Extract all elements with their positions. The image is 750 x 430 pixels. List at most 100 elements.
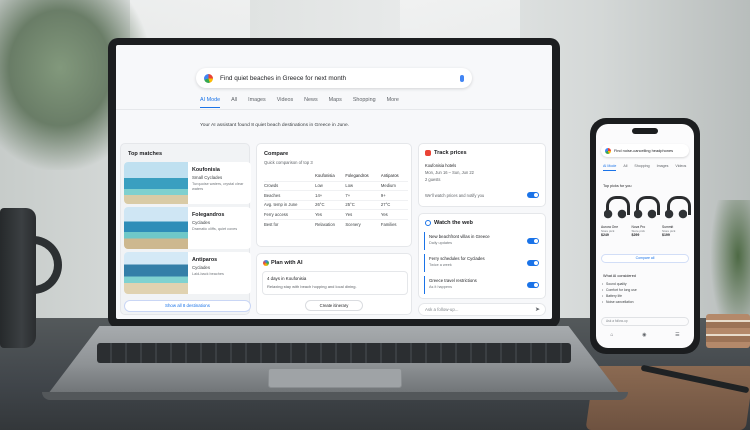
- table-cell: Ferry access: [264, 209, 316, 219]
- phone-search-bar[interactable]: Find noise-cancelling headphones: [601, 144, 689, 157]
- match-name: Koufonisia: [192, 167, 220, 173]
- table-cell: Beaches: [264, 190, 316, 200]
- match-description: Turquoise waters, crystal clear waters: [192, 182, 244, 191]
- phone-section-title: Top picks for you: [603, 184, 632, 188]
- criteria-title: What AI considered: [603, 274, 636, 278]
- table-cell: Yes: [380, 209, 408, 219]
- price-tag-icon: [425, 150, 431, 156]
- product-card[interactable]: Nova Pro Store pick $299: [632, 196, 660, 237]
- phone-notch: [632, 128, 658, 134]
- tab-maps[interactable]: Maps: [329, 97, 342, 108]
- send-icon[interactable]: ➤: [535, 306, 540, 314]
- phone-tab-shopping[interactable]: Shopping: [634, 164, 649, 171]
- price-watch-note: We'll watch prices and notify you: [425, 193, 485, 198]
- search-bar[interactable]: Find quiet beaches in Greece for next mo…: [196, 68, 472, 88]
- laptop-trackpad: [268, 368, 402, 388]
- watch-toggle[interactable]: [527, 260, 539, 266]
- product-price: $199: [662, 233, 670, 237]
- laptop-screen: Find quiet beaches in Greece for next mo…: [116, 45, 552, 319]
- laptop-base-edge: [42, 392, 628, 400]
- show-all-destinations-button[interactable]: Show all 8 destinations: [124, 300, 251, 312]
- itinerary-suggestion-card[interactable]: 4 days in Koufonisia Relaxing stay with …: [262, 271, 408, 295]
- match-name: Folegandros: [192, 212, 225, 218]
- column-header: Koufonisia: [315, 173, 335, 179]
- tab-more[interactable]: More: [387, 97, 399, 108]
- column-header: [264, 171, 315, 181]
- match-description: Laid-back beaches: [192, 272, 224, 276]
- itinerary-title: 4 days in Koufonisia: [267, 276, 307, 281]
- plan-with-ai-panel: Plan with AI 4 days in Koufonisia Relaxi…: [256, 253, 412, 315]
- table-cell: 14+: [315, 190, 346, 200]
- watch-toggle[interactable]: [527, 282, 539, 288]
- table-header-row: Koufonisia Folegandros Antiparos: [264, 171, 408, 181]
- create-itinerary-button[interactable]: Create itinerary: [305, 300, 363, 311]
- compare-panel: Compare Quick comparison of top 3 Koufon…: [256, 143, 412, 247]
- laptop-keyboard: [97, 343, 571, 363]
- watch-item-frequency: Daily updates: [429, 241, 453, 245]
- table-cell: Avg. temp in June: [264, 199, 316, 210]
- phone-tab-ai-mode[interactable]: AI Mode: [603, 164, 617, 171]
- table-cell: 7+: [345, 190, 381, 200]
- table-cell: 27°C: [380, 199, 408, 210]
- match-card[interactable]: Koufonisia Small Cyclades Turquoise wate…: [124, 162, 251, 204]
- table-cell: Crowds: [264, 180, 316, 191]
- phone-tab-videos[interactable]: Videos: [675, 164, 686, 171]
- tab-news[interactable]: News: [304, 97, 317, 108]
- watch-item-title: Greece travel restrictions: [429, 278, 477, 283]
- match-card[interactable]: Antiparos Cyclades Laid-back beaches: [124, 252, 251, 294]
- product-card[interactable]: Aurora One Store pick $249: [601, 196, 630, 237]
- watch-item[interactable]: New beachfront villas in Greece Daily up…: [424, 232, 542, 250]
- tab-ai-mode[interactable]: AI Mode: [200, 97, 221, 108]
- table-row: Crowds Low Low Medium: [264, 180, 408, 191]
- criteria-item: Sound quality: [602, 282, 626, 286]
- tab-videos[interactable]: Videos: [277, 97, 293, 108]
- table-cell: Best for: [264, 218, 316, 229]
- track-prices-title: Track prices: [434, 150, 467, 156]
- watch-toggle[interactable]: [527, 238, 539, 244]
- eye-icon: [425, 220, 431, 226]
- watch-item-frequency: As it happens: [429, 285, 453, 289]
- tab-all[interactable]: All: [231, 97, 237, 108]
- tabs-divider: [116, 109, 552, 110]
- price-watch-toggle[interactable]: [527, 192, 539, 198]
- followup-input[interactable]: Ask a follow-up... ➤: [418, 303, 546, 316]
- menu-icon[interactable]: ☰: [675, 332, 679, 338]
- match-card[interactable]: Folegandros Cyclades Dramatic cliffs, qu…: [124, 207, 251, 249]
- product-card[interactable]: Summit Store pick $199: [662, 196, 691, 237]
- microphone-icon[interactable]: [460, 74, 464, 82]
- product-price: $249: [601, 233, 609, 237]
- table-cell: Low: [345, 180, 381, 191]
- table-cell: Low: [315, 180, 346, 191]
- tab-images[interactable]: Images: [248, 97, 266, 108]
- tab-shopping[interactable]: Shopping: [353, 97, 376, 108]
- table-row: Beaches 14+ 7+ 9+: [264, 190, 408, 200]
- watch-item[interactable]: Greece travel restrictions As it happens: [424, 276, 542, 294]
- column-header: Antiparos: [380, 173, 399, 179]
- match-region: Cyclades: [192, 265, 211, 270]
- table-cell: Relaxation: [315, 218, 346, 229]
- book-stack: [706, 314, 750, 348]
- phone-screen: Find noise-cancelling headphones AI Mode…: [596, 124, 694, 348]
- phone-bottom-nav: ⌂ ◉ ☰: [596, 332, 694, 338]
- tracked-dates: Mon, Jun 16 – Sun, Jun 22: [425, 170, 474, 175]
- table-row: Best for Relaxation Scenery Families: [264, 218, 408, 229]
- match-region: Small Cyclades: [192, 175, 223, 180]
- watch-title: Watch the web: [434, 220, 473, 226]
- ai-status-text: Your AI assistant found 8 quiet beach de…: [200, 123, 350, 128]
- google-logo-icon: [605, 147, 611, 154]
- table-cell: Medium: [380, 180, 408, 191]
- product-list: Aurora One Store pick $249 Nova Pro Stor…: [601, 196, 691, 237]
- watch-item[interactable]: Ferry schedules for Cyclades Twice a wee…: [424, 254, 542, 272]
- google-logo-icon: [204, 73, 213, 83]
- phone-tab-all[interactable]: All: [623, 164, 627, 171]
- criteria-item: Noise cancellation: [602, 300, 633, 304]
- compare-all-button[interactable]: Compare all: [601, 254, 689, 263]
- track-prices-panel: Track prices Koufonisia hotels Mon, Jun …: [418, 143, 546, 207]
- phone-search-input[interactable]: Find noise-cancelling headphones: [614, 148, 685, 153]
- tracked-guests: 2 guests: [425, 177, 441, 182]
- search-input[interactable]: Find quiet beaches in Greece for next mo…: [220, 75, 460, 82]
- phone-tab-images[interactable]: Images: [657, 164, 669, 171]
- phone-followup-input[interactable]: Ask a follow-up: [601, 317, 689, 326]
- home-icon[interactable]: ⌂: [610, 332, 613, 338]
- google-nav-icon[interactable]: ◉: [642, 332, 646, 338]
